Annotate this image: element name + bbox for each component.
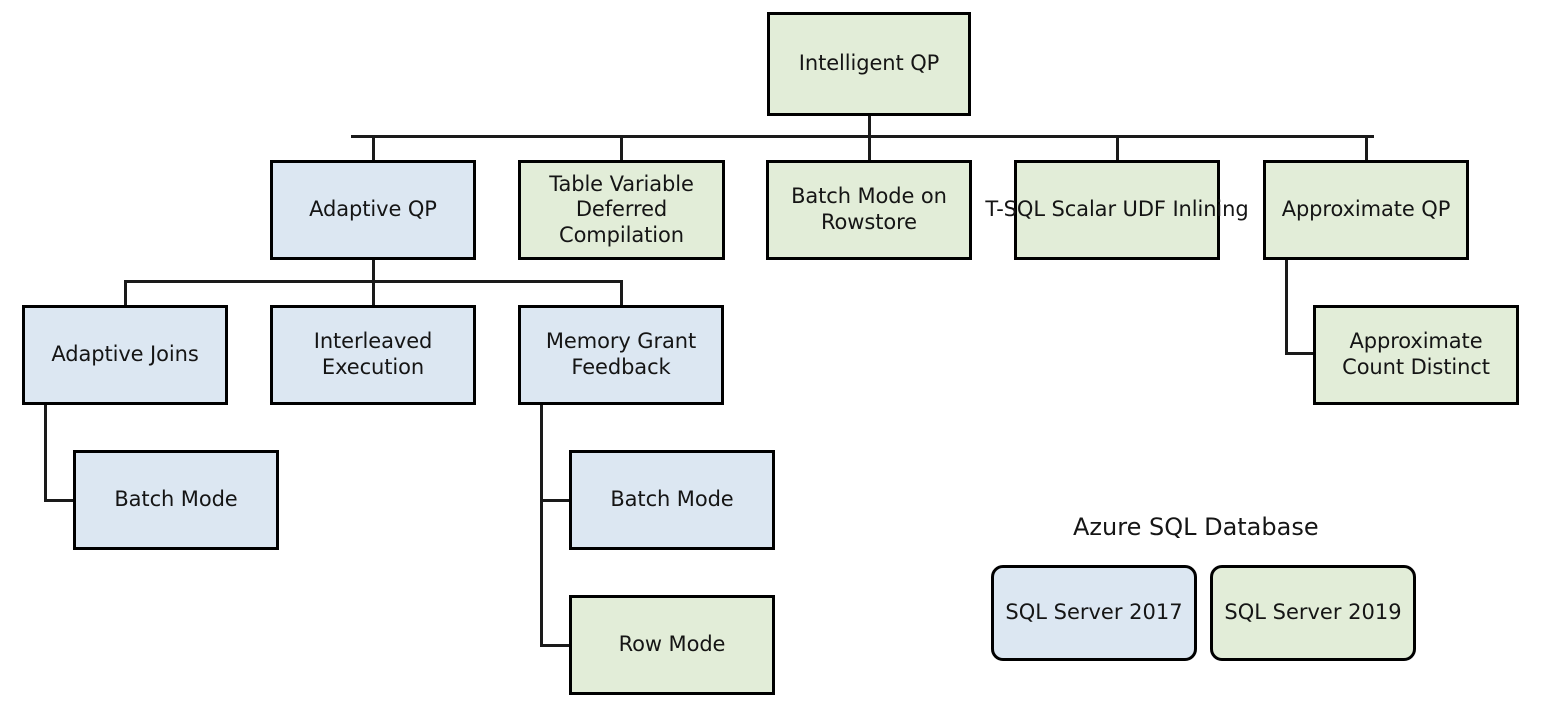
legend-sql-server-2017[interactable]: SQL Server 2017 xyxy=(991,565,1197,661)
node-approximate-count-distinct[interactable]: Approximate Count Distinct xyxy=(1313,305,1519,405)
node-batch-mode-on-rowstore[interactable]: Batch Mode on Rowstore xyxy=(766,160,972,260)
node-mgf-batch-mode[interactable]: Batch Mode xyxy=(569,450,775,550)
connector-root-bus xyxy=(351,135,1374,138)
legend-title: Azure SQL Database xyxy=(1073,513,1319,541)
node-tsql-scalar-udf-inlining[interactable]: T-SQL Scalar UDF Inlining xyxy=(985,160,1249,260)
connector-mgf-stub-row xyxy=(540,644,572,647)
node-adaptive-joins[interactable]: Adaptive Joins xyxy=(22,305,228,405)
connector-drop-table-var xyxy=(620,135,623,161)
node-intelligent-qp[interactable]: Intelligent QP xyxy=(767,12,971,116)
node-mgf-row-mode[interactable]: Row Mode xyxy=(569,595,775,695)
connector-mgf-spine xyxy=(540,405,543,647)
diagram-canvas: Intelligent QP Adaptive QP Table Variable … xyxy=(0,0,1543,713)
node-adaptive-joins-batch-mode[interactable]: Batch Mode xyxy=(73,450,279,550)
connector-drop-tsql-udf xyxy=(1116,135,1119,161)
connector-aqp2-elbow-v xyxy=(1285,260,1288,355)
connector-drop-adaptive-qp xyxy=(372,135,375,161)
node-table-variable-deferred[interactable]: Table Variable Deferred Compilation xyxy=(518,160,725,260)
connector-drop-batch-row xyxy=(868,135,871,161)
legend-sql-server-2019[interactable]: SQL Server 2019 xyxy=(1210,565,1416,661)
node-approximate-qp[interactable]: Approximate QP xyxy=(1263,160,1469,260)
connector-aqp-stem xyxy=(372,260,375,281)
connector-root-stem xyxy=(868,116,871,137)
connector-drop-approx-qp xyxy=(1365,135,1368,161)
connector-aj-elbow-h xyxy=(44,499,76,502)
node-memory-grant-feedback[interactable]: Memory Grant Feedback xyxy=(518,305,724,405)
connector-drop-mgf xyxy=(620,280,623,306)
node-adaptive-qp[interactable]: Adaptive QP xyxy=(270,160,476,260)
connector-drop-interleaved xyxy=(372,280,375,306)
connector-mgf-stub-batch xyxy=(540,499,572,502)
node-interleaved-execution[interactable]: Interleaved Execution xyxy=(270,305,476,405)
connector-drop-adaptive-j xyxy=(124,280,127,306)
connector-aj-elbow-v xyxy=(44,405,47,502)
connector-aqp2-elbow-h xyxy=(1285,352,1316,355)
